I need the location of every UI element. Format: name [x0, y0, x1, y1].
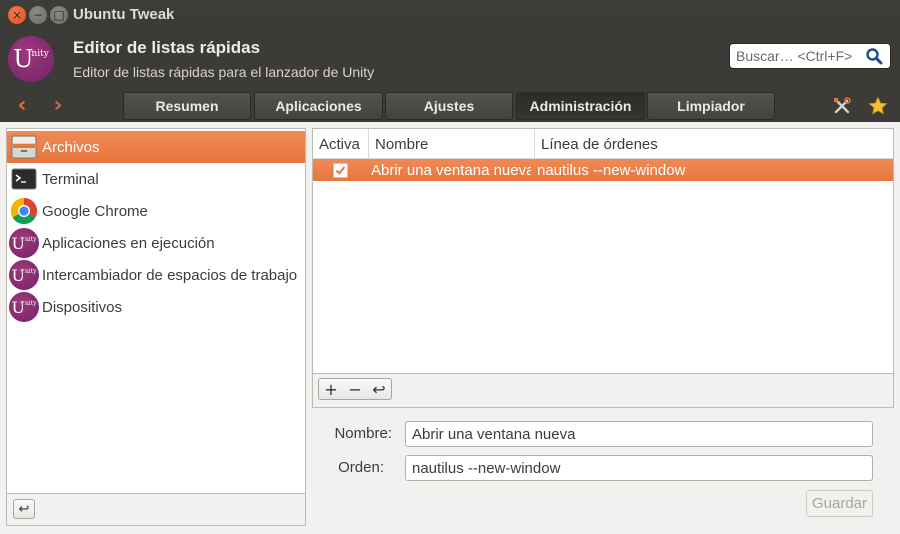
unity-letter: U	[11, 233, 25, 253]
add-entry-button[interactable]: +	[319, 379, 343, 399]
quicklist-toolbar: + − ↩	[312, 374, 894, 408]
unity-letter: U	[11, 297, 25, 317]
table-header: Activa Nombre Línea de órdenes	[313, 129, 893, 159]
launcher-list: Archivos Terminal Google Chrome Unity Ap…	[6, 128, 306, 494]
launcher-item-workspace-switcher[interactable]: Unity Intercambiador de espacios de trab…	[7, 259, 305, 291]
chevron-left-icon: ‹	[17, 92, 27, 118]
star-icon[interactable]	[866, 94, 890, 118]
tools-icon[interactable]	[830, 94, 854, 118]
launcher-item-running-apps[interactable]: Unity Aplicaciones en ejecución	[7, 227, 305, 259]
chrome-icon	[9, 196, 39, 226]
unity-text: nity	[24, 299, 37, 307]
main-toolbar: ‹ › Resumen Aplicaciones Ajustes Adminis…	[0, 90, 900, 122]
terminal-icon	[9, 164, 39, 194]
active-cell	[333, 159, 353, 181]
unity-badge: Unity	[9, 260, 39, 290]
launcher-item-label: Google Chrome	[42, 202, 148, 220]
column-header-nombre[interactable]: Nombre	[369, 129, 535, 159]
unity-logo-icon: Unity	[9, 260, 39, 290]
launcher-item-label: Aplicaciones en ejecución	[42, 234, 215, 252]
forward-button[interactable]: ›	[46, 92, 70, 118]
plus-icon: +	[324, 379, 338, 399]
active-checkbox[interactable]	[333, 162, 348, 178]
launcher-item-google-chrome[interactable]: Google Chrome	[7, 195, 305, 227]
page-subtitle: Editor de listas rápidas para el lanzado…	[73, 64, 375, 80]
unity-logo-letter: U	[13, 45, 34, 73]
quicklist-table: Activa Nombre Línea de órdenes Abrir una…	[312, 128, 894, 374]
save-button[interactable]: Guardar	[806, 490, 873, 517]
window-maximize-button[interactable]: □	[50, 6, 68, 24]
launcher-item-terminal[interactable]: Terminal	[7, 163, 305, 195]
search-input[interactable]	[736, 48, 862, 64]
chevron-right-icon: ›	[53, 92, 63, 118]
unity-badge: Unity	[9, 228, 39, 258]
page-title: Editor de listas rápidas	[73, 38, 261, 57]
launcher-item-label: Archivos	[42, 138, 100, 156]
search-box[interactable]	[729, 43, 891, 69]
search-icon[interactable]	[865, 47, 883, 65]
checkmark-icon	[335, 165, 346, 175]
window-close-button[interactable]: ×	[8, 6, 26, 24]
table-row[interactable]: Abrir una ventana nueva nautilus --new-w…	[313, 159, 893, 181]
tab-administracion[interactable]: Administración	[516, 92, 645, 120]
unity-text: nity	[24, 267, 37, 275]
unity-logo-icon: Unity	[8, 36, 54, 82]
launcher-item-label: Terminal	[42, 170, 99, 188]
unity-logo-icon: Unity	[9, 228, 39, 258]
column-header-linea-de-ordenes[interactable]: Línea de órdenes	[535, 129, 893, 159]
command-cell[interactable]: nautilus --new-window	[537, 159, 887, 181]
close-icon: ×	[11, 8, 23, 22]
launcher-item-archivos[interactable]: Archivos	[7, 131, 305, 163]
page-header: Unity Editor de listas rápidas Editor de…	[0, 30, 900, 90]
tab-aplicaciones[interactable]: Aplicaciones	[254, 92, 383, 120]
column-header-activa[interactable]: Activa	[313, 129, 369, 159]
quicklist-button-group: + − ↩	[318, 378, 392, 400]
revert-icon: ↩	[372, 379, 386, 399]
window-titlebar: × − □ Ubuntu Tweak	[0, 0, 900, 30]
minus-icon: −	[348, 379, 362, 399]
name-field[interactable]	[405, 421, 873, 447]
launcher-item-label: Intercambiador de espacios de trabajo	[42, 266, 298, 284]
unity-letter: U	[11, 265, 25, 285]
minimize-icon: −	[32, 8, 44, 22]
unity-logo-text: nity	[31, 49, 49, 59]
name-cell[interactable]: Abrir una ventana nueva	[371, 159, 531, 181]
tab-resumen[interactable]: Resumen	[123, 92, 251, 120]
unity-logo-icon: Unity	[9, 292, 39, 322]
unity-badge: Unity	[9, 292, 39, 322]
back-button[interactable]: ‹	[10, 92, 34, 118]
file-manager-icon	[9, 132, 39, 162]
maximize-icon: □	[53, 8, 65, 22]
revert-launcher-button[interactable]: ↩	[13, 499, 35, 519]
remove-entry-button[interactable]: −	[343, 379, 367, 399]
launcher-item-label: Dispositivos	[42, 298, 123, 316]
name-label: Nombre:	[334, 425, 392, 442]
command-label: Orden:	[338, 459, 384, 476]
launcher-list-toolbar: ↩	[6, 494, 306, 526]
revert-icon: ↩	[18, 501, 30, 517]
unity-text: nity	[24, 235, 37, 243]
command-field[interactable]	[405, 455, 873, 481]
window-title: Ubuntu Tweak	[73, 6, 175, 23]
tab-limpiador[interactable]: Limpiador	[647, 92, 775, 120]
window-minimize-button[interactable]: −	[29, 6, 47, 24]
launcher-item-devices[interactable]: Unity Dispositivos	[7, 291, 305, 323]
revert-entry-button[interactable]: ↩	[367, 379, 391, 399]
tab-ajustes[interactable]: Ajustes	[385, 92, 513, 120]
